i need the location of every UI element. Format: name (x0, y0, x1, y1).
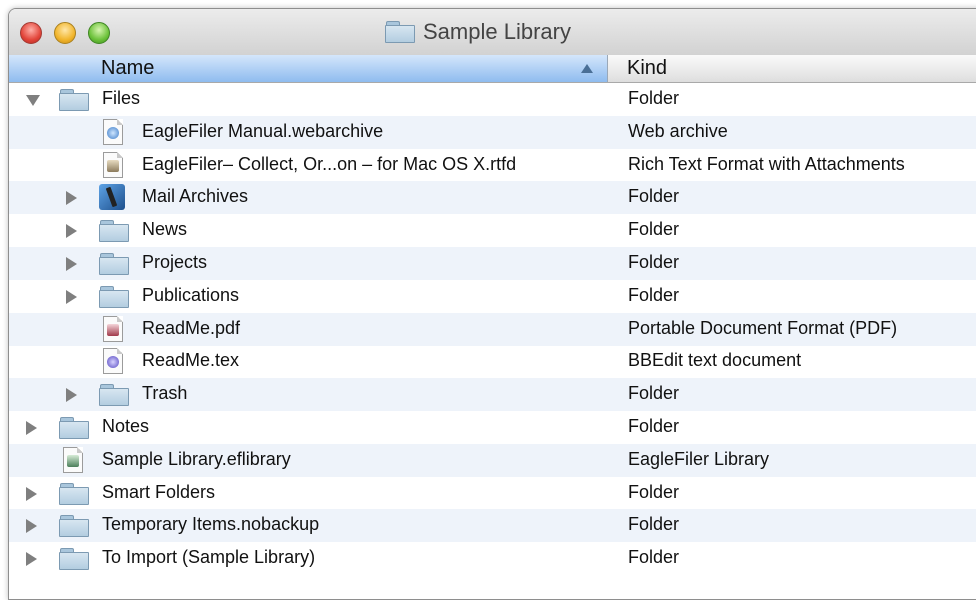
item-name: Temporary Items.nobackup (102, 514, 320, 535)
column-header-bar: Name Kind (9, 55, 976, 83)
folder-icon (385, 21, 415, 43)
disclosure-collapsed-icon[interactable] (26, 421, 37, 435)
item-kind: Folder (628, 219, 680, 240)
list-item[interactable]: ReadMe.pdf Portable Document Format (PDF) (9, 312, 976, 347)
window-title-text: Sample Library (423, 19, 571, 44)
list-item[interactable]: Notes Folder (9, 411, 976, 444)
item-kind: Folder (628, 252, 680, 272)
title-bar[interactable]: Sample Library (9, 9, 976, 56)
disclosure-collapsed-icon[interactable] (26, 552, 37, 567)
item-name: EagleFiler Manual.webarchive (142, 120, 384, 141)
zoom-window-button[interactable] (88, 22, 110, 44)
folder-icon (59, 482, 89, 510)
item-kind: Folder (628, 481, 680, 502)
item-kind: Folder (628, 416, 680, 436)
item-kind: Folder (628, 284, 680, 305)
item-kind: Folder (628, 186, 680, 207)
item-name: Mail Archives (142, 186, 249, 207)
item-name: ReadMe.pdf (142, 317, 241, 338)
item-name: Publications (142, 284, 240, 305)
disclosure-collapsed-icon[interactable] (26, 486, 37, 501)
disclosure-collapsed-icon[interactable] (66, 257, 77, 271)
finder-window: Sample Library Name Kind Files Folder Eagl… (8, 8, 976, 600)
item-kind: Folder (628, 547, 680, 568)
disclosure-collapsed-icon[interactable] (66, 191, 77, 206)
folder-icon (99, 253, 129, 280)
pdf-file-icon (103, 315, 123, 347)
name-column-label: Name (101, 57, 155, 79)
folder-icon (59, 515, 89, 542)
list-item[interactable]: Smart Folders Folder (9, 477, 976, 510)
list-item[interactable]: Files Folder (9, 83, 976, 116)
item-name: Notes (102, 416, 150, 436)
item-name: EagleFiler– Collect, Or...on – for Mac O… (142, 153, 517, 174)
tex-file-icon (103, 348, 123, 379)
item-kind: Folder (628, 514, 680, 535)
folder-icon (59, 89, 89, 116)
close-window-button[interactable] (20, 22, 42, 44)
list-item[interactable]: EagleFiler– Collect, Or...on – for Mac O… (9, 149, 976, 182)
item-name: Files (102, 88, 141, 108)
disclosure-expanded-icon[interactable] (26, 95, 40, 106)
disclosure-collapsed-icon[interactable] (66, 289, 77, 304)
item-kind: Web archive (628, 120, 728, 141)
mail-folder-icon (99, 184, 125, 215)
window-title: Sample Library (385, 18, 571, 46)
folder-icon (99, 220, 129, 247)
list-item[interactable]: To Import (Sample Library) Folder (9, 542, 976, 575)
list-item[interactable]: Trash Folder (9, 378, 976, 412)
name-column-header[interactable]: Name (9, 55, 608, 82)
list-item[interactable]: Projects Folder (9, 247, 976, 280)
folder-icon (59, 548, 89, 575)
disclosure-collapsed-icon[interactable] (26, 519, 37, 534)
item-name: ReadMe.tex (142, 350, 240, 371)
kind-column-header[interactable]: Kind (627, 57, 667, 80)
item-name: Trash (142, 383, 188, 404)
item-kind: BBEdit text document (628, 350, 802, 371)
item-name: Sample Library.eflibrary (102, 448, 291, 469)
list-item[interactable]: Temporary Items.nobackup Folder (9, 509, 976, 543)
list-item[interactable]: Publications Folder (9, 280, 976, 313)
list-item[interactable]: Sample Library.eflibrary EagleFiler Libra… (9, 443, 976, 478)
folder-icon (99, 384, 129, 411)
item-kind: EagleFiler Library (628, 448, 770, 469)
item-name: News (142, 219, 188, 240)
list-item[interactable]: Mail Archives Folder (9, 181, 976, 215)
list-item[interactable]: EagleFiler Manual.webarchive Web archive (9, 115, 976, 150)
folder-icon (99, 285, 129, 313)
item-name: Smart Folders (102, 481, 216, 502)
item-name: Projects (142, 252, 208, 272)
disclosure-collapsed-icon[interactable] (66, 224, 77, 239)
webarchive-file-icon (103, 118, 123, 150)
library-file-icon (63, 446, 83, 478)
list-item[interactable]: ReadMe.tex BBEdit text document (9, 345, 976, 378)
folder-icon (59, 417, 89, 444)
minimize-window-button[interactable] (54, 22, 76, 44)
item-kind: Portable Document Format (PDF) (628, 317, 898, 338)
sort-ascending-icon (581, 64, 593, 73)
item-kind: Folder (628, 383, 680, 404)
item-kind: Folder (628, 88, 680, 108)
list-item[interactable]: News Folder (9, 214, 976, 247)
item-name: To Import (Sample Library) (102, 547, 316, 568)
item-kind: Rich Text Format with Attachments (628, 153, 905, 174)
rtfd-file-icon (103, 151, 123, 183)
disclosure-collapsed-icon[interactable] (66, 388, 77, 403)
